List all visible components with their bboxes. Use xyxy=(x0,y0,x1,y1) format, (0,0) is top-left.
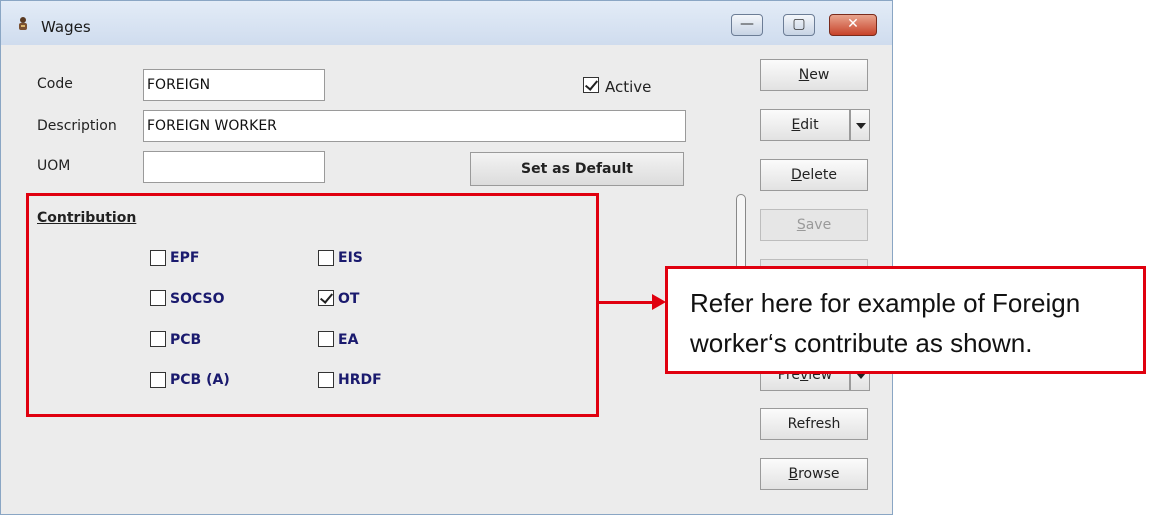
callout-connector-line xyxy=(599,301,654,304)
maximize-button[interactable]: ▢ xyxy=(783,14,815,36)
contribution-highlight-box xyxy=(26,193,599,417)
refresh-button[interactable]: Refresh xyxy=(760,408,868,440)
description-label: Description xyxy=(37,118,117,134)
new-button[interactable]: New xyxy=(760,59,868,91)
code-field[interactable]: FOREIGN xyxy=(143,69,325,101)
callout-arrow-icon xyxy=(652,294,666,310)
delete-button[interactable]: Delete xyxy=(760,159,868,191)
uom-label: UOM xyxy=(37,158,71,174)
description-field[interactable]: FOREIGN WORKER xyxy=(143,110,686,142)
edit-dropdown-button[interactable] xyxy=(850,109,870,141)
browse-button[interactable]: Browse xyxy=(760,458,868,490)
edit-button[interactable]: Edit xyxy=(760,109,850,141)
title-bar: Wages — ▢ ✕ xyxy=(1,1,892,45)
active-label: Active xyxy=(605,78,652,96)
chevron-down-icon xyxy=(856,123,866,129)
active-checkbox[interactable] xyxy=(583,77,599,93)
close-icon: ✕ xyxy=(847,16,859,32)
maximize-icon: ▢ xyxy=(792,16,806,32)
wages-app-icon xyxy=(19,17,27,30)
minimize-button[interactable]: — xyxy=(731,14,763,36)
save-button[interactable]: Save xyxy=(760,209,868,241)
set-as-default-button[interactable]: Set as Default xyxy=(470,152,684,186)
minimize-icon: — xyxy=(740,16,754,32)
close-button[interactable]: ✕ xyxy=(829,14,877,36)
uom-field[interactable] xyxy=(143,151,325,183)
window-title: Wages xyxy=(41,18,91,36)
code-label: Code xyxy=(37,76,73,92)
callout-annotation: Refer here for example of Foreign worker… xyxy=(665,266,1146,374)
